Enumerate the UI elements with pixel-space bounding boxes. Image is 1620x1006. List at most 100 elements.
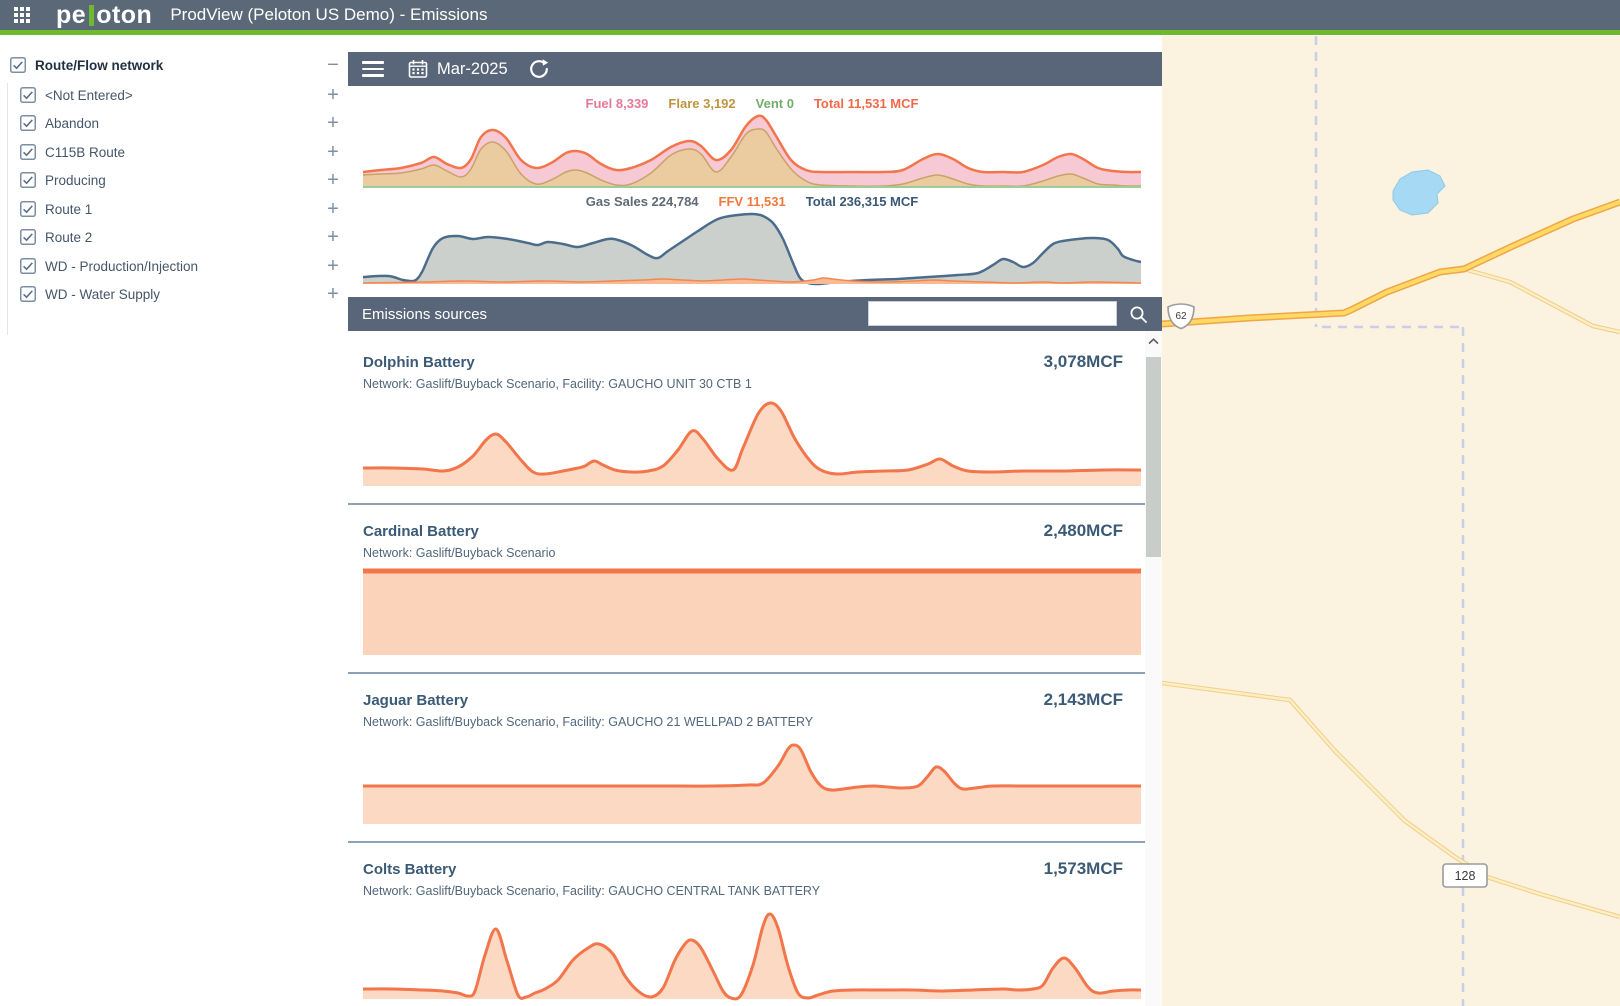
svg-text:62: 62 <box>1175 311 1187 322</box>
sidebar-item-route-2[interactable]: Route 2 + <box>20 223 342 251</box>
tree-item-label: Route 1 <box>45 202 324 217</box>
sidebar-item-not-entered[interactable]: <Not Entered> + <box>20 81 342 109</box>
search-button[interactable] <box>1128 304 1150 326</box>
checkbox-checked[interactable] <box>20 172 36 188</box>
svg-text:128: 128 <box>1455 869 1476 883</box>
source-name: Dolphin Battery <box>363 353 475 373</box>
list-item-dolphin-battery[interactable]: Dolphin Battery 3,078MCF Network: Gaslif… <box>348 336 1145 505</box>
expand-icon[interactable]: + <box>324 200 342 218</box>
colts-sparkline <box>363 905 1141 1003</box>
legend-ffv: FFV 11,531 <box>719 194 786 209</box>
checkbox-checked[interactable] <box>20 144 36 160</box>
source-value: 3,078MCF <box>1044 352 1123 372</box>
selected-month: Mar-2025 <box>437 60 508 79</box>
peloton-logo: pe oton <box>56 3 152 28</box>
refresh-icon <box>528 58 550 80</box>
lake <box>1393 170 1445 215</box>
tree-root-label: Route/Flow network <box>35 58 324 73</box>
gas-sales-legend: Gas Sales 224,784 FFV 11,531 Total 236,3… <box>363 194 1141 209</box>
fuel-flare-legend: Fuel 8,339 Flare 3,192 Vent 0 Total 11,5… <box>363 96 1141 111</box>
source-detail: Network: Gaslift/Buyback Scenario, Facil… <box>363 376 1123 392</box>
list-item-colts-battery[interactable]: Colts Battery 1,573MCF Network: Gaslift/… <box>348 843 1145 1006</box>
expand-icon[interactable]: + <box>324 171 342 189</box>
sidebar-item-wd-production-injection[interactable]: WD - Production/Injection + <box>20 252 342 280</box>
fuel-flare-vent-chart <box>363 112 1141 190</box>
logo-green-bar <box>89 5 94 26</box>
source-name: Cardinal Battery <box>363 522 479 542</box>
sidebar-item-abandon[interactable]: Abandon + <box>20 109 342 137</box>
logo-text-post: oton <box>96 3 152 28</box>
tree-item-label: Abandon <box>45 116 324 131</box>
emissions-source-list: Dolphin Battery 3,078MCF Network: Gaslif… <box>348 331 1145 1006</box>
tree-item-label: WD - Production/Injection <box>45 259 324 274</box>
checkbox-checked[interactable] <box>10 57 26 73</box>
sidebar-item-route-1[interactable]: Route 1 + <box>20 195 342 223</box>
legend-gas-sales: Gas Sales 224,784 <box>586 194 699 209</box>
source-value: 2,480MCF <box>1044 521 1123 541</box>
accent-divider <box>0 30 1620 35</box>
list-item-jaguar-battery[interactable]: Jaguar Battery 2,143MCF Network: Gaslift… <box>348 674 1145 843</box>
legend-total: Total 11,531 MCF <box>814 96 919 111</box>
checkbox-checked[interactable] <box>20 286 36 302</box>
source-name: Colts Battery <box>363 860 456 880</box>
scroll-up-button[interactable] <box>1145 331 1162 351</box>
source-value: 2,143MCF <box>1044 690 1123 710</box>
gas-sales-ffv-chart <box>363 210 1141 292</box>
calendar-icon <box>408 59 428 79</box>
expand-icon[interactable]: + <box>324 228 342 246</box>
menu-icon[interactable] <box>362 57 384 81</box>
source-detail: Network: Gaslift/Buyback Scenario <box>363 545 1123 561</box>
search-icon <box>1128 304 1150 326</box>
scrollbar-thumb[interactable] <box>1146 357 1161 557</box>
legend-fuel: Fuel 8,339 <box>586 96 649 111</box>
sidebar-item-c115b-route[interactable]: C115B Route + <box>20 138 342 166</box>
expand-icon[interactable]: + <box>324 114 342 132</box>
tree-item-label: Producing <box>45 173 324 188</box>
page-title: ProdView (Peloton US Demo) - Emissions <box>170 5 487 25</box>
dolphin-sparkline <box>363 398 1141 486</box>
legend-vent: Vent 0 <box>756 96 794 111</box>
jaguar-sparkline <box>363 736 1141 824</box>
checkbox-checked[interactable] <box>20 87 36 103</box>
refresh-button[interactable] <box>528 58 550 80</box>
emissions-sources-title: Emissions sources <box>362 306 487 323</box>
sidebar-item-producing[interactable]: Producing + <box>20 166 342 194</box>
sidebar-item-wd-water-supply[interactable]: WD - Water Supply + <box>20 280 342 308</box>
source-detail: Network: Gaslift/Buyback Scenario, Facil… <box>363 714 1123 730</box>
minor-road-south <box>1162 683 1620 917</box>
expand-icon[interactable]: + <box>324 257 342 275</box>
emissions-sources-header: Emissions sources <box>348 297 1162 331</box>
route-flow-sidebar: Route/Flow network − <Not Entered> + Aba… <box>0 35 348 1006</box>
minor-road-branch <box>1464 269 1620 332</box>
search-input[interactable] <box>868 301 1117 326</box>
legend-flare: Flare 3,192 <box>668 96 735 111</box>
logo-text-pre: pe <box>56 3 86 28</box>
tree-item-label: <Not Entered> <box>45 88 324 103</box>
tree-item-label: Route 2 <box>45 230 324 245</box>
date-picker-button[interactable]: Mar-2025 <box>408 59 508 79</box>
checkbox-checked[interactable] <box>20 229 36 245</box>
panel-toolbar: Mar-2025 <box>348 52 1162 86</box>
map[interactable]: 62 128 <box>1162 36 1620 1006</box>
tree-root-route-flow-network[interactable]: Route/Flow network − <box>10 51 342 79</box>
tree-indent-guide <box>7 83 8 335</box>
app-launcher-grid-icon[interactable] <box>14 7 30 23</box>
expand-icon[interactable]: + <box>324 143 342 161</box>
source-detail: Network: Gaslift/Buyback Scenario, Facil… <box>363 883 1123 899</box>
emissions-panel: Mar-2025 Fuel 8,339 Flare 3,192 Vent 0 T… <box>348 36 1162 1006</box>
checkbox-checked[interactable] <box>20 201 36 217</box>
tree-item-label: C115B Route <box>45 145 324 160</box>
source-value: 1,573MCF <box>1044 859 1123 879</box>
road-128-label: 128 <box>1443 864 1487 887</box>
cardinal-sparkline <box>363 567 1141 655</box>
checkbox-checked[interactable] <box>20 258 36 274</box>
list-item-cardinal-battery[interactable]: Cardinal Battery 2,480MCF Network: Gasli… <box>348 505 1145 674</box>
expand-icon[interactable]: + <box>324 285 342 303</box>
expand-icon[interactable]: + <box>324 86 342 104</box>
tree-item-label: WD - Water Supply <box>45 287 324 302</box>
list-scrollbar[interactable] <box>1145 331 1162 1006</box>
checkbox-checked[interactable] <box>20 115 36 131</box>
collapse-icon[interactable]: − <box>324 56 342 74</box>
top-bar: pe oton ProdView (Peloton US Demo) - Emi… <box>0 0 1620 30</box>
legend-total: Total 236,315 MCF <box>806 194 918 209</box>
